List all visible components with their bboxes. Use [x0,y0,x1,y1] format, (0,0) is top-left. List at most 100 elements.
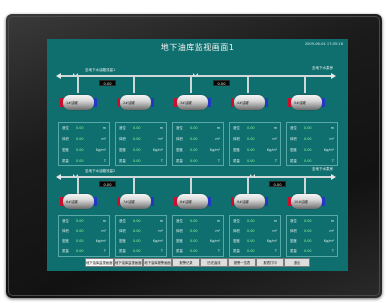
row-value: 0.00 [304,249,312,253]
tab-report-print[interactable]: 报表打印 [256,258,284,267]
row-label: 密度 [290,148,297,152]
tank-data-table: 液位 0.00 m 体积 0.00 m³ 密度 0.00 Kg/m³ 质量 0.00 T [58,215,110,257]
clock-display: 2009-06-04 17:05:18 [304,42,343,46]
row-unit: Kg/m³ [152,148,163,152]
tank-label: 1#油罐 [66,101,78,105]
row-label: 液位 [233,126,240,130]
tab-alarm-log[interactable]: 报警记录 [172,258,200,267]
tank-7[interactable]: 7#油罐 [117,194,154,209]
cap-blue [208,98,211,107]
row-label: 质量 [62,249,69,253]
row-value: 0.00 [304,137,312,141]
tank-label: 6#油罐 [66,200,78,204]
riser-pipe [77,176,79,194]
row-value: 0.00 [76,249,84,253]
row-label: 密度 [62,148,69,152]
tank-2[interactable]: 2#油罐 [117,95,154,110]
tank-data-table: 液位 0.00 m 体积 0.00 m³ 密度 0.00 Kg/m³ 质量 0.00 T [286,122,338,166]
tank-10[interactable]: 10#油罐 [288,194,325,209]
cap-red [60,197,63,206]
row-label: 质量 [233,249,240,253]
row-label: 体积 [233,137,240,141]
flow-readout: 0.00 [213,80,230,86]
row-label: 密度 [233,148,240,152]
row-unit: m [102,126,106,130]
row-unit: m [273,126,277,130]
tank-label: 7#油罐 [123,200,135,204]
row-value: 0.00 [133,249,141,253]
tank-1[interactable]: 1#油罐 [60,95,97,110]
row-value: 0.00 [247,159,255,163]
row-label: 质量 [62,159,69,163]
hmi-screen: 地下油库监视画面1 2009-06-04 17:05:18 至地下水泵房 至地下… [47,39,348,271]
tank-label: 9#油罐 [237,200,249,204]
row-label: 体积 [290,137,297,141]
tab-alarm-list[interactable]: 报警一览表 [228,258,256,267]
row-unit: T [274,249,277,253]
tank-label: 2#油罐 [123,101,135,105]
pipe-label-1: 至地下水泵房 [312,66,333,70]
tab-alarm-screen[interactable]: 地下油库报警画面 [143,258,172,267]
row-unit: m³ [272,137,277,141]
tank-label: 3#油罐 [180,101,192,105]
row-unit: T [331,249,334,253]
cap-red [117,98,120,107]
tank-9[interactable]: 9#油罐 [231,194,268,209]
tab-history-curve[interactable]: 历史曲线 [200,258,228,267]
row-value: 0.00 [190,137,198,141]
main-pipe-2 [61,176,331,178]
valve-icon[interactable] [193,73,198,78]
row-label: 质量 [290,249,297,253]
cap-blue [208,197,211,206]
flow-readout: 0.00 [269,181,286,187]
cap-red [231,197,234,206]
row-unit: m [216,126,220,130]
flow-label-2: 至地下水油箱流量2 [85,169,116,173]
tank-5[interactable]: 5#油罐 [288,95,325,110]
row-value: 0.00 [133,148,141,152]
tab-monitor-1[interactable]: 地下油库监视画面1 [85,258,114,267]
tank-8[interactable]: 8#油罐 [174,194,211,209]
row-label: 质量 [119,249,126,253]
tab-exit[interactable]: 退出 [284,258,310,267]
tank-data-table: 液位 0.00 m 体积 0.00 m³ 密度 0.00 Kg/m³ 质量 0.00 T [229,122,281,166]
valve-icon[interactable] [250,174,255,179]
cap-blue [322,197,325,206]
row-label: 质量 [176,159,183,163]
row-value: 0.00 [76,159,84,163]
tab-monitor-2[interactable]: 地下油库监视画面2 [114,258,143,267]
riser-pipe [247,176,249,194]
tank-data-table: 液位 0.00 m 体积 0.00 m³ 密度 0.00 Kg/m³ 质量 0.00 T [115,215,167,257]
cap-blue [265,98,268,107]
tank-data-table: 液位 0.00 m 体积 0.00 m³ 密度 0.00 Kg/m³ 质量 0.00 T [229,215,281,257]
tank-6[interactable]: 6#油罐 [60,194,97,209]
row-value: 0.00 [247,148,255,152]
flow-readout: 0.00 [99,181,116,187]
row-value: 0.00 [76,137,84,141]
row-label: 体积 [119,137,126,141]
cap-blue [265,197,268,206]
riser-pipe [190,176,192,194]
row-unit: Kg/m³ [95,148,106,152]
tank-4[interactable]: 4#油罐 [231,95,268,110]
arrow-left-icon [56,72,61,79]
riser-pipe [304,75,306,93]
cap-blue [151,197,154,206]
row-value: 0.00 [304,126,312,130]
row-value: 0.00 [190,249,198,253]
riser-pipe [77,75,79,93]
tank-label: 8#油罐 [180,200,192,204]
flow-label-1: 至地下水油箱流量1 [85,68,116,72]
row-label: 液位 [176,126,183,130]
row-unit: T [103,249,106,253]
row-value: 0.00 [190,148,198,152]
page-title: 地下油库监视画面1 [160,43,235,52]
cap-red [231,98,234,107]
riser-pipe [133,75,135,93]
riser-pipe [133,176,135,194]
row-label: 密度 [176,148,183,152]
tank-3[interactable]: 3#油罐 [174,95,211,110]
row-unit: m³ [329,137,334,141]
arrow-right-icon [331,173,336,180]
row-value: 0.00 [133,137,141,141]
